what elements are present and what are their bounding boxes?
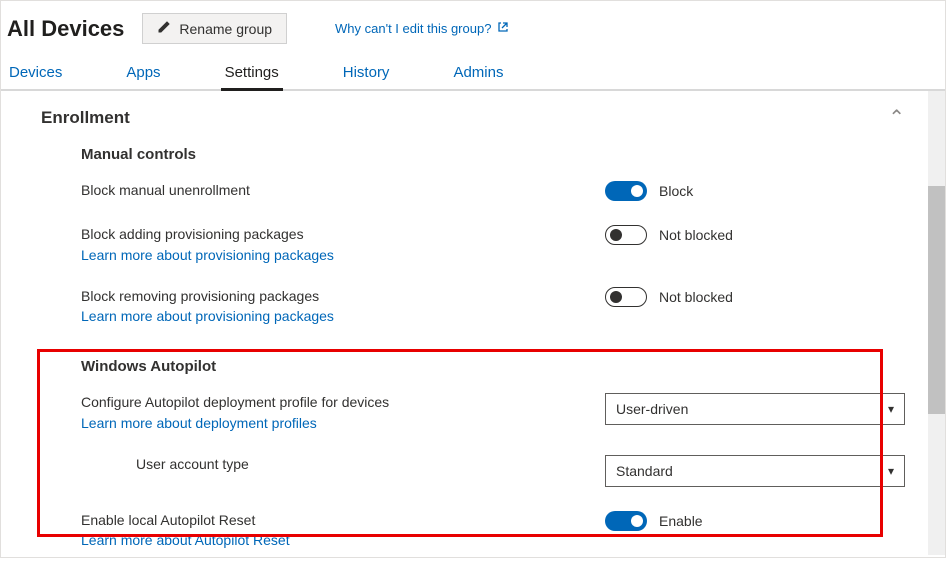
- label-user-account-type: User account type: [136, 455, 585, 475]
- tab-apps[interactable]: Apps: [124, 58, 162, 89]
- state-block-unenrollment: Block: [659, 183, 693, 199]
- link-learn-deployment-profiles[interactable]: Learn more about deployment profiles: [81, 415, 317, 431]
- rename-label: Rename group: [179, 21, 272, 37]
- dropdown-autopilot-profile[interactable]: User-driven ▾: [605, 393, 905, 425]
- rename-group-button[interactable]: Rename group: [142, 13, 287, 44]
- page-title: All Devices: [7, 16, 124, 42]
- dropdown-account-type[interactable]: Standard ▾: [605, 455, 905, 487]
- label-autopilot-reset: Enable local Autopilot Reset: [81, 511, 585, 531]
- tab-history[interactable]: History: [341, 58, 392, 89]
- why-cant-edit-link[interactable]: Why can't I edit this group?: [335, 21, 509, 36]
- label-autopilot-profile: Configure Autopilot deployment profile f…: [81, 393, 585, 413]
- label-block-remove-packages: Block removing provisioning packages: [81, 287, 585, 307]
- pencil-icon: [157, 20, 171, 37]
- label-block-unenrollment: Block manual unenrollment: [81, 181, 585, 201]
- subsection-manual-controls: Manual controls: [1, 140, 945, 175]
- scrollbar-thumb[interactable]: [928, 186, 945, 414]
- state-block-remove-packages: Not blocked: [659, 289, 733, 305]
- link-learn-autopilot-reset[interactable]: Learn more about Autopilot Reset: [81, 532, 290, 548]
- chevron-up-icon[interactable]: ⌃: [888, 105, 905, 130]
- tab-devices[interactable]: Devices: [7, 58, 64, 89]
- tab-admins[interactable]: Admins: [451, 58, 505, 89]
- section-title-enrollment: Enrollment: [41, 108, 130, 128]
- tab-settings[interactable]: Settings: [223, 58, 281, 89]
- dropdown-autopilot-value: User-driven: [616, 401, 688, 417]
- toggle-block-add-packages[interactable]: [605, 225, 647, 245]
- tab-bar: Devices Apps Settings History Admins: [1, 54, 945, 91]
- popout-icon: [497, 21, 509, 36]
- link-learn-provisioning-1[interactable]: Learn more about provisioning packages: [81, 247, 334, 263]
- toggle-autopilot-reset[interactable]: [605, 511, 647, 531]
- link-learn-provisioning-2[interactable]: Learn more about provisioning packages: [81, 308, 334, 324]
- dropdown-account-value: Standard: [616, 463, 673, 479]
- subsection-autopilot: Windows Autopilot: [1, 352, 945, 387]
- state-block-add-packages: Not blocked: [659, 227, 733, 243]
- chevron-down-icon: ▾: [888, 464, 894, 478]
- toggle-block-unenrollment[interactable]: [605, 181, 647, 201]
- chevron-down-icon: ▾: [888, 402, 894, 416]
- label-block-add-packages: Block adding provisioning packages: [81, 225, 585, 245]
- toggle-block-remove-packages[interactable]: [605, 287, 647, 307]
- state-autopilot-reset: Enable: [659, 513, 703, 529]
- edit-link-text: Why can't I edit this group?: [335, 21, 491, 36]
